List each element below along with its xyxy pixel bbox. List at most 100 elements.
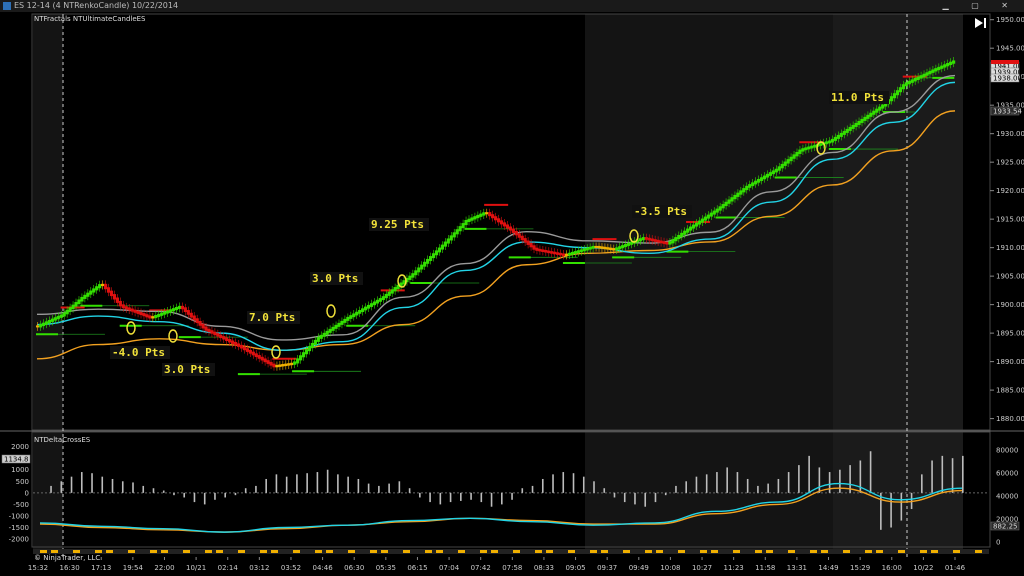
- renko-candle: [334, 324, 338, 329]
- x-axis-tick-label: 01:46: [945, 564, 966, 572]
- renko-candle: [263, 358, 267, 363]
- delta-histogram-bar: [613, 492, 616, 498]
- trade-annotation: -3.5 Pts: [634, 205, 687, 218]
- entry-circle: [326, 304, 336, 318]
- renko-candle: [195, 318, 199, 323]
- renko-candle: [830, 138, 835, 143]
- renko-candle: [166, 310, 170, 314]
- delta-histogram-bar: [408, 488, 411, 493]
- renko-candle: [452, 232, 456, 238]
- renko-candle: [74, 302, 78, 307]
- renko-candle: [278, 364, 282, 367]
- renko-candle: [393, 287, 397, 292]
- renko-candle: [136, 310, 140, 314]
- renko-candle: [106, 287, 111, 293]
- x-axis-tick-label: 02:14: [218, 564, 239, 572]
- x-axis-tick-label: 19:54: [123, 564, 144, 572]
- renko-candle: [98, 284, 102, 289]
- renko-candle: [502, 222, 507, 227]
- delta-histogram-bar: [767, 483, 769, 493]
- y-axis-tick-label: 1900.00: [996, 301, 1024, 309]
- delta-histogram-bar: [890, 492, 892, 528]
- x-axis-tick-label: 10/21: [186, 564, 206, 572]
- renko-candle: [535, 247, 539, 251]
- renko-candle: [668, 241, 672, 245]
- renko-candle: [866, 114, 870, 119]
- renko-candle: [154, 314, 158, 319]
- delta-histogram-bar: [203, 492, 206, 505]
- x-axis-tick-label: 09:49: [629, 564, 649, 572]
- session-strip-segment: [535, 550, 542, 553]
- renko-candle: [529, 242, 533, 248]
- delta-histogram-bar: [511, 492, 513, 500]
- renko-candle: [724, 201, 728, 207]
- renko-candle: [573, 251, 577, 254]
- renko-candle: [328, 328, 332, 333]
- renko-candle: [44, 321, 49, 325]
- renko-candle: [931, 69, 935, 73]
- renko-candle: [774, 168, 778, 173]
- delta-histogram-bar: [50, 485, 52, 493]
- renko-candle: [434, 250, 439, 256]
- renko-candle: [727, 199, 731, 204]
- lower-value-label: 882.25: [993, 523, 1018, 531]
- lower-panel-indicator-label: NTDeltaCrossES: [34, 436, 91, 444]
- renko-candle: [319, 334, 323, 339]
- chart-canvas[interactable]: NTFractals NTUltimateCandleES NTDeltaCro…: [0, 0, 1024, 576]
- renko-candle: [895, 90, 900, 96]
- delta-histogram-bar: [736, 472, 739, 493]
- delta-histogram-bar: [880, 492, 882, 530]
- delta-histogram-bar: [214, 492, 216, 500]
- renko-candle: [827, 140, 832, 144]
- renko-candle: [807, 146, 811, 150]
- renko-candle: [892, 93, 897, 99]
- delta-histogram-bar: [224, 492, 226, 498]
- renko-candle: [369, 303, 374, 307]
- renko-candle: [233, 341, 238, 346]
- renko-candle: [736, 192, 740, 197]
- renko-candle: [904, 82, 908, 87]
- x-axis-tick-label: 07:42: [471, 564, 491, 572]
- renko-candle: [804, 147, 808, 151]
- renko-candle: [307, 346, 312, 352]
- delta-histogram-bar: [593, 481, 595, 493]
- renko-candle: [464, 220, 468, 226]
- renko-candle: [523, 238, 527, 243]
- lower-left-tick-label: -1500: [9, 524, 29, 532]
- renko-candle: [559, 252, 563, 256]
- session-strip-segment: [700, 550, 707, 553]
- x-axis-tick-label: 03:12: [249, 564, 269, 572]
- renko-candle: [325, 330, 329, 335]
- delta-histogram-bar: [347, 476, 349, 493]
- last-price-marker: [991, 60, 1019, 64]
- renko-candle: [715, 208, 719, 213]
- renko-candle: [709, 212, 713, 217]
- y-axis-tick-label: 1930.00: [996, 130, 1024, 138]
- lower-left-tick-label: 0: [25, 489, 29, 497]
- x-axis-tick-label: 08:33: [534, 564, 554, 572]
- session-strip-segment: [678, 550, 685, 553]
- renko-candle: [612, 248, 616, 251]
- price-panel-indicator-label: NTFractals NTUltimateCandleES: [34, 15, 146, 23]
- renko-candle: [576, 250, 580, 254]
- renko-candle: [594, 245, 598, 248]
- renko-candle: [860, 118, 864, 123]
- delta-histogram-bar: [921, 474, 923, 493]
- delta-histogram-bar: [255, 485, 257, 493]
- delta-histogram-bar: [337, 474, 339, 493]
- session-strip-segment: [898, 550, 905, 553]
- renko-candle: [482, 212, 486, 216]
- x-axis-tick-label: 16:30: [60, 564, 80, 572]
- delta-histogram-bar: [439, 492, 442, 505]
- renko-candle: [810, 145, 814, 149]
- renko-candle: [730, 197, 734, 202]
- renko-candle: [606, 247, 610, 250]
- renko-candle: [517, 233, 521, 238]
- renko-candle: [174, 307, 179, 311]
- scroll-to-end-button[interactable]: [975, 18, 986, 28]
- session-strip-segment: [733, 550, 740, 553]
- renko-candle: [638, 238, 642, 242]
- renko-candle: [919, 75, 923, 79]
- renko-candle: [118, 300, 122, 307]
- delta-histogram-bar: [695, 476, 698, 493]
